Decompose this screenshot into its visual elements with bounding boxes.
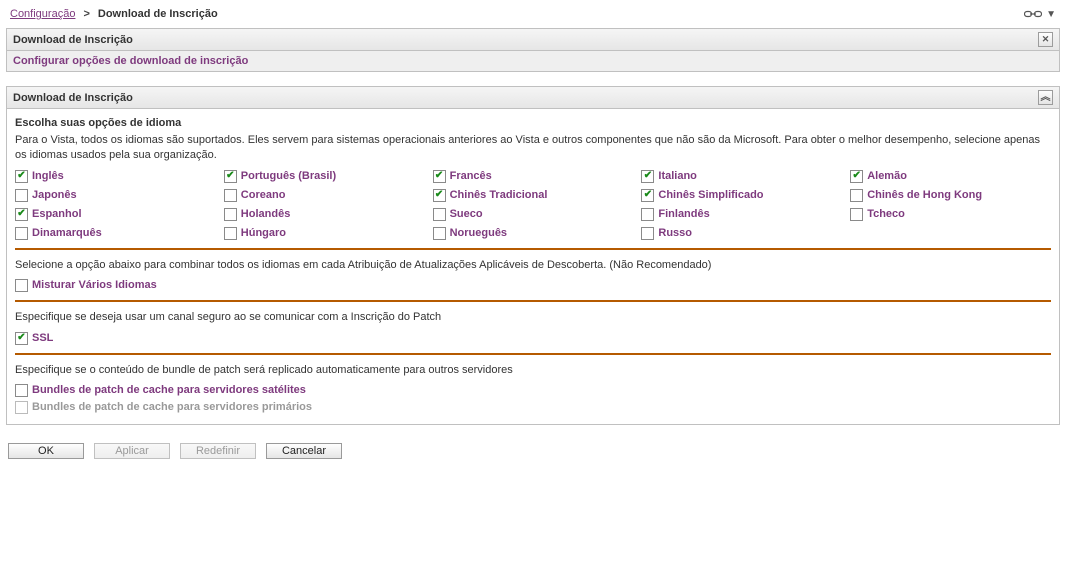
ssl-label: SSL: [32, 332, 53, 344]
bundle-description: Especifique se o conteúdo de bundle de p…: [15, 363, 1051, 378]
checkbox-icon: [641, 170, 654, 183]
breadcrumb-current: Download de Inscrição: [98, 8, 218, 20]
ok-button[interactable]: OK: [8, 443, 84, 459]
checkbox-icon: [641, 227, 654, 240]
description-panel-subtitle: Configurar opções de download de inscriç…: [7, 51, 1059, 71]
language-checkbox[interactable]: Italiano: [641, 170, 842, 183]
language-label: Chinês Simplificado: [658, 189, 763, 201]
reset-button[interactable]: Redefinir: [180, 443, 256, 459]
checkbox-icon: [433, 208, 446, 221]
apply-button[interactable]: Aplicar: [94, 443, 170, 459]
dropdown-caret-icon[interactable]: ▼: [1046, 9, 1056, 20]
language-checkbox[interactable]: Alemão: [850, 170, 1051, 183]
collapse-icon[interactable]: [1038, 90, 1053, 105]
language-checkbox[interactable]: Francês: [433, 170, 634, 183]
main-panel: Download de Inscrição Escolha suas opçõe…: [6, 86, 1060, 425]
language-label: Dinamarquês: [32, 227, 102, 239]
breadcrumb-parent-link[interactable]: Configuração: [10, 8, 75, 20]
language-label: Espanhol: [32, 208, 82, 220]
language-label: Coreano: [241, 189, 286, 201]
language-checkbox[interactable]: Finlandês: [641, 208, 842, 221]
checkbox-icon: [15, 189, 28, 202]
language-label: Francês: [450, 170, 492, 182]
language-label: Chinês de Hong Kong: [867, 189, 982, 201]
bundle-checkbox: Bundles de patch de cache para servidore…: [15, 401, 1051, 414]
language-checkbox[interactable]: Tcheco: [850, 208, 1051, 221]
language-label: Japonês: [32, 189, 77, 201]
language-checkbox[interactable]: Coreano: [224, 189, 425, 202]
language-checkbox[interactable]: Dinamarquês: [15, 227, 216, 240]
language-label: Russo: [658, 227, 692, 239]
checkbox-icon: [224, 227, 237, 240]
language-checkbox[interactable]: Português (Brasil): [224, 170, 425, 183]
language-label: Italiano: [658, 170, 697, 182]
bundle-checkbox[interactable]: Bundles de patch de cache para servidore…: [15, 384, 1051, 397]
button-row: OK Aplicar Redefinir Cancelar: [6, 439, 1060, 463]
language-checkbox[interactable]: Holandês: [224, 208, 425, 221]
checkbox-icon: [433, 170, 446, 183]
language-checkbox[interactable]: Japonês: [15, 189, 216, 202]
breadcrumb-separator: >: [83, 8, 89, 20]
language-label: Sueco: [450, 208, 483, 220]
language-checkbox[interactable]: Espanhol: [15, 208, 216, 221]
checkbox-icon: [224, 208, 237, 221]
close-icon[interactable]: [1038, 32, 1053, 47]
ssl-description: Especifique se deseja usar um canal segu…: [15, 310, 1051, 325]
description-panel-header: Download de Inscrição: [7, 29, 1059, 51]
language-checkbox[interactable]: Chinês Tradicional: [433, 189, 634, 202]
checkbox-icon: [641, 208, 654, 221]
checkbox-icon: [850, 170, 863, 183]
checkbox-icon: [15, 384, 28, 397]
mix-languages-checkbox[interactable]: Misturar Vários Idiomas: [15, 279, 1051, 292]
checkbox-icon: [15, 208, 28, 221]
divider: [15, 248, 1051, 250]
checkbox-icon: [641, 189, 654, 202]
language-description: Para o Vista, todos os idiomas são supor…: [15, 133, 1051, 164]
mix-languages-label: Misturar Vários Idiomas: [32, 279, 157, 291]
language-checkbox[interactable]: Russo: [641, 227, 842, 240]
language-label: Holandês: [241, 208, 291, 220]
description-panel: Download de Inscrição Configurar opções …: [6, 28, 1060, 72]
checkbox-icon: [224, 170, 237, 183]
bundle-label: Bundles de patch de cache para servidore…: [32, 384, 306, 396]
divider: [15, 353, 1051, 355]
main-panel-header: Download de Inscrição: [7, 87, 1059, 109]
link-icon[interactable]: [1024, 9, 1042, 19]
checkbox-icon: [433, 227, 446, 240]
cancel-button[interactable]: Cancelar: [266, 443, 342, 459]
ssl-checkbox[interactable]: SSL: [15, 332, 1051, 345]
bundle-label: Bundles de patch de cache para servidore…: [32, 401, 312, 413]
checkbox-icon: [850, 189, 863, 202]
language-checkbox[interactable]: Inglês: [15, 170, 216, 183]
language-grid: Inglês Português (Brasil) Francês Italiano A…: [15, 170, 1051, 240]
language-checkbox[interactable]: Húngaro: [224, 227, 425, 240]
checkbox-icon: [15, 332, 28, 345]
language-label: Chinês Tradicional: [450, 189, 548, 201]
language-label: Tcheco: [867, 208, 905, 220]
language-checkbox[interactable]: Chinês Simplificado: [641, 189, 842, 202]
language-label: Português (Brasil): [241, 170, 336, 182]
language-label: Alemão: [867, 170, 907, 182]
checkbox-icon: [850, 208, 863, 221]
main-panel-title: Download de Inscrição: [13, 92, 133, 104]
checkbox-icon: [15, 279, 28, 292]
description-panel-title: Download de Inscrição: [13, 34, 133, 46]
language-label: Inglês: [32, 170, 64, 182]
checkbox-icon: [224, 189, 237, 202]
language-label: Norueguês: [450, 227, 507, 239]
language-label: Finlandês: [658, 208, 709, 220]
language-label: Húngaro: [241, 227, 286, 239]
combine-description: Selecione a opção abaixo para combinar t…: [15, 258, 1051, 273]
breadcrumb: Configuração > Download de Inscrição ▼: [6, 6, 1060, 28]
language-checkbox[interactable]: Chinês de Hong Kong: [850, 189, 1051, 202]
checkbox-icon: [433, 189, 446, 202]
language-checkbox[interactable]: Norueguês: [433, 227, 634, 240]
language-heading: Escolha suas opções de idioma: [15, 117, 1051, 129]
checkbox-icon: [15, 170, 28, 183]
checkbox-icon: [15, 227, 28, 240]
divider: [15, 300, 1051, 302]
checkbox-icon: [15, 401, 28, 414]
language-checkbox[interactable]: Sueco: [433, 208, 634, 221]
